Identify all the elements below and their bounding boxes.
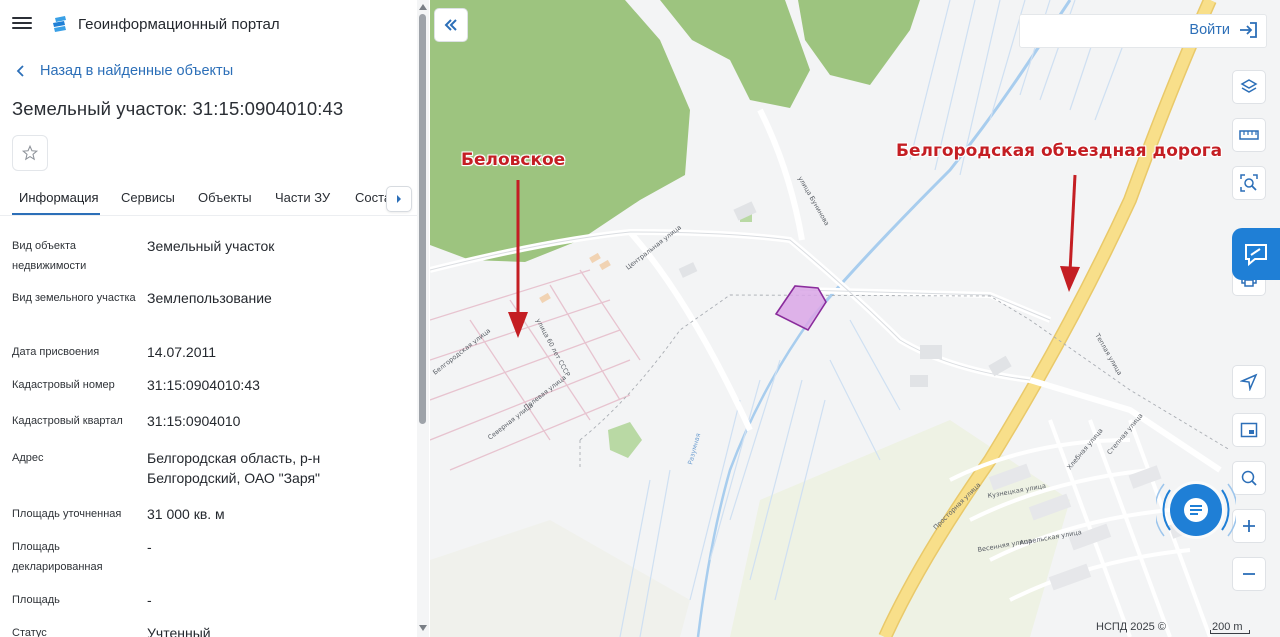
tab-parts[interactable]: Части ЗУ: [275, 190, 330, 205]
property-value: 14.07.2011: [147, 344, 217, 360]
chat-button[interactable]: [1170, 484, 1222, 536]
menu-icon-bar: [12, 22, 32, 24]
collapse-panel-button[interactable]: [434, 8, 468, 42]
menu-icon-bar: [12, 17, 32, 19]
property-key: Кадастровый квартал: [12, 415, 123, 427]
login-bar: Войти: [1019, 14, 1267, 48]
scale-bar: [1210, 630, 1250, 634]
property-value: Землепользование: [147, 290, 272, 306]
layers-icon: [1240, 79, 1258, 93]
property-value: 31 000 кв. м: [147, 506, 225, 522]
back-to-results-link[interactable]: Назад в найденные объекты: [16, 63, 233, 79]
property-key: Кадастровый номер: [12, 379, 115, 391]
property-key: Дата присвоения: [12, 346, 100, 358]
property-key: Вид земельного участка: [12, 292, 136, 304]
property-value: -: [147, 539, 152, 555]
scroll-down-arrow-icon[interactable]: [419, 625, 427, 631]
property-key: Вид объекта недвижимости: [12, 240, 87, 272]
feedback-icon: [1245, 244, 1267, 267]
property-value: Белгородская область, р-н Белгородский, …: [147, 450, 321, 486]
map-view[interactable]: Центральная улица Белгородская улица Пол…: [430, 0, 1280, 637]
star-icon: [21, 144, 39, 161]
navigation-arrow-icon: [1240, 373, 1258, 391]
portal-logo-icon: [53, 16, 66, 32]
login-button[interactable]: Войти: [1189, 21, 1258, 39]
favorite-button[interactable]: [12, 135, 48, 171]
plus-icon: [1243, 520, 1255, 532]
area-search-button[interactable]: [1232, 166, 1266, 200]
property-value: -: [147, 592, 152, 608]
login-label: Войти: [1189, 22, 1230, 38]
zoom-in-button[interactable]: [1232, 509, 1266, 543]
active-tab-indicator: [12, 213, 100, 215]
property-key: Площадь уточненная: [12, 508, 122, 520]
scroll-up-arrow-icon[interactable]: [419, 4, 427, 10]
copyright-text: НСПД 2025 ©: [1096, 621, 1166, 633]
app-title: Геоинформационный портал: [78, 16, 280, 33]
chevron-left-icon: [16, 65, 24, 77]
menu-button[interactable]: [12, 14, 32, 34]
scrollbar-thumb[interactable]: [419, 14, 426, 424]
minimap-icon: [1240, 422, 1258, 438]
property-value: 31:15:0904010:43: [147, 377, 260, 393]
minimap-button[interactable]: [1232, 413, 1266, 447]
page-title: Земельный участок: 31:15:0904010:43: [12, 98, 344, 119]
annotation-road-label: Белгородская объездная дорога: [896, 141, 1223, 161]
tab-objects[interactable]: Объекты: [198, 190, 252, 205]
zoom-out-button[interactable]: [1232, 557, 1266, 591]
menu-icon-bar: [12, 27, 32, 29]
tab-info[interactable]: Информация: [19, 190, 99, 205]
property-key: Адрес: [12, 452, 44, 464]
property-value: Земельный участок: [147, 238, 275, 254]
app-header: Геоинформационный портал: [0, 0, 430, 50]
area-search-icon: [1240, 174, 1258, 192]
location-search-icon: [1241, 470, 1257, 486]
layers-button[interactable]: [1232, 70, 1266, 104]
map-canvas[interactable]: Центральная улица Белгородская улица Пол…: [430, 0, 1280, 637]
tab-bar: Информация Сервисы Объекты Части ЗУ Сост…: [0, 180, 418, 216]
tabs-scroll-right-button[interactable]: [386, 186, 412, 212]
property-value: 31:15:0904010: [147, 413, 241, 429]
property-key: Статус: [12, 627, 47, 637]
caret-right-icon: [397, 195, 401, 203]
geolocation-button[interactable]: [1232, 365, 1266, 399]
ruler-icon: [1239, 130, 1259, 140]
login-icon: [1240, 22, 1257, 38]
back-link-label: Назад в найденные объекты: [40, 63, 234, 79]
annotation-village-label: Беловское: [461, 150, 566, 170]
chat-icon: [1184, 498, 1208, 522]
tabs-viewport: Информация Сервисы Объекты Части ЗУ Сост…: [0, 180, 392, 216]
search-location-button[interactable]: [1232, 461, 1266, 495]
double-chevron-left-icon: [444, 19, 457, 31]
feedback-tab-button[interactable]: [1232, 228, 1280, 280]
measure-button[interactable]: [1232, 118, 1266, 152]
property-key: Площадь декларированная: [12, 541, 103, 573]
property-key: Площадь: [12, 594, 60, 606]
minus-icon: [1243, 573, 1255, 575]
property-value: Учтенный: [147, 625, 211, 637]
object-panel: Геоинформационный портал Назад в найденн…: [0, 0, 430, 637]
tab-services[interactable]: Сервисы: [121, 190, 175, 205]
